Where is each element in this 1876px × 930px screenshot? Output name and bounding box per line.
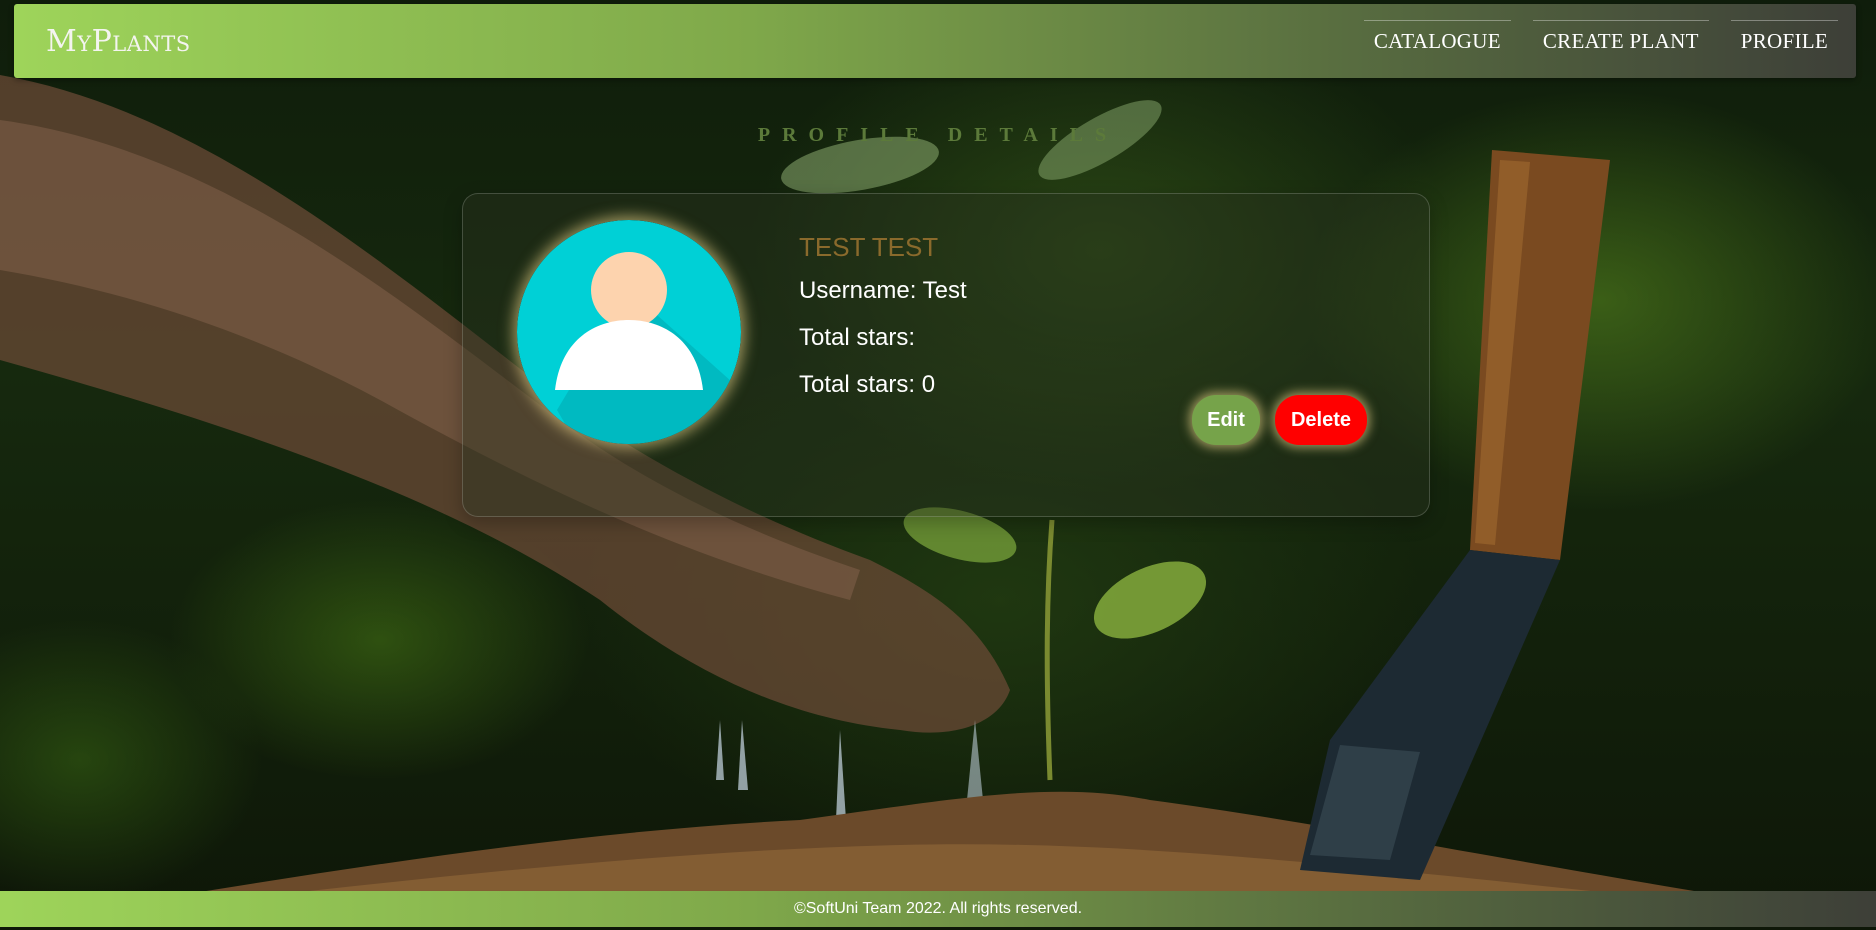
footer-copyright: ©SoftUni Team 2022. All rights reserved.: [793, 900, 1083, 917]
user-icon: [517, 220, 741, 444]
site-footer: ©SoftUni Team 2022. All rights reserved.: [0, 891, 1876, 927]
nav-catalogue[interactable]: CATALOGUE: [1363, 20, 1511, 62]
nav-create-plant[interactable]: CREATE PLANT: [1532, 20, 1709, 62]
profile-total-stars: Total stars: 0: [799, 371, 936, 398]
profile-card: TEST TEST Username: Test Total stars: To…: [462, 193, 1430, 517]
edit-button[interactable]: Edit: [1192, 395, 1260, 445]
top-navbar: MyPlants CATALOGUE CREATE PLANT PROFILE: [14, 4, 1856, 78]
profile-info: TEST TEST Username: Test Total stars: To…: [799, 232, 967, 418]
main-nav: CATALOGUE CREATE PLANT PROFILE: [1363, 20, 1838, 62]
profile-full-name: TEST TEST: [799, 232, 939, 262]
profile-username: Username: Test: [799, 277, 967, 304]
profile-total-stars-label: Total stars:: [799, 324, 916, 351]
avatar: [517, 220, 741, 444]
delete-button[interactable]: Delete: [1275, 395, 1367, 445]
page-title: PROFILE DETAILS: [757, 124, 1119, 146]
site-logo[interactable]: MyPlants: [46, 24, 191, 59]
nav-profile[interactable]: PROFILE: [1730, 20, 1838, 62]
